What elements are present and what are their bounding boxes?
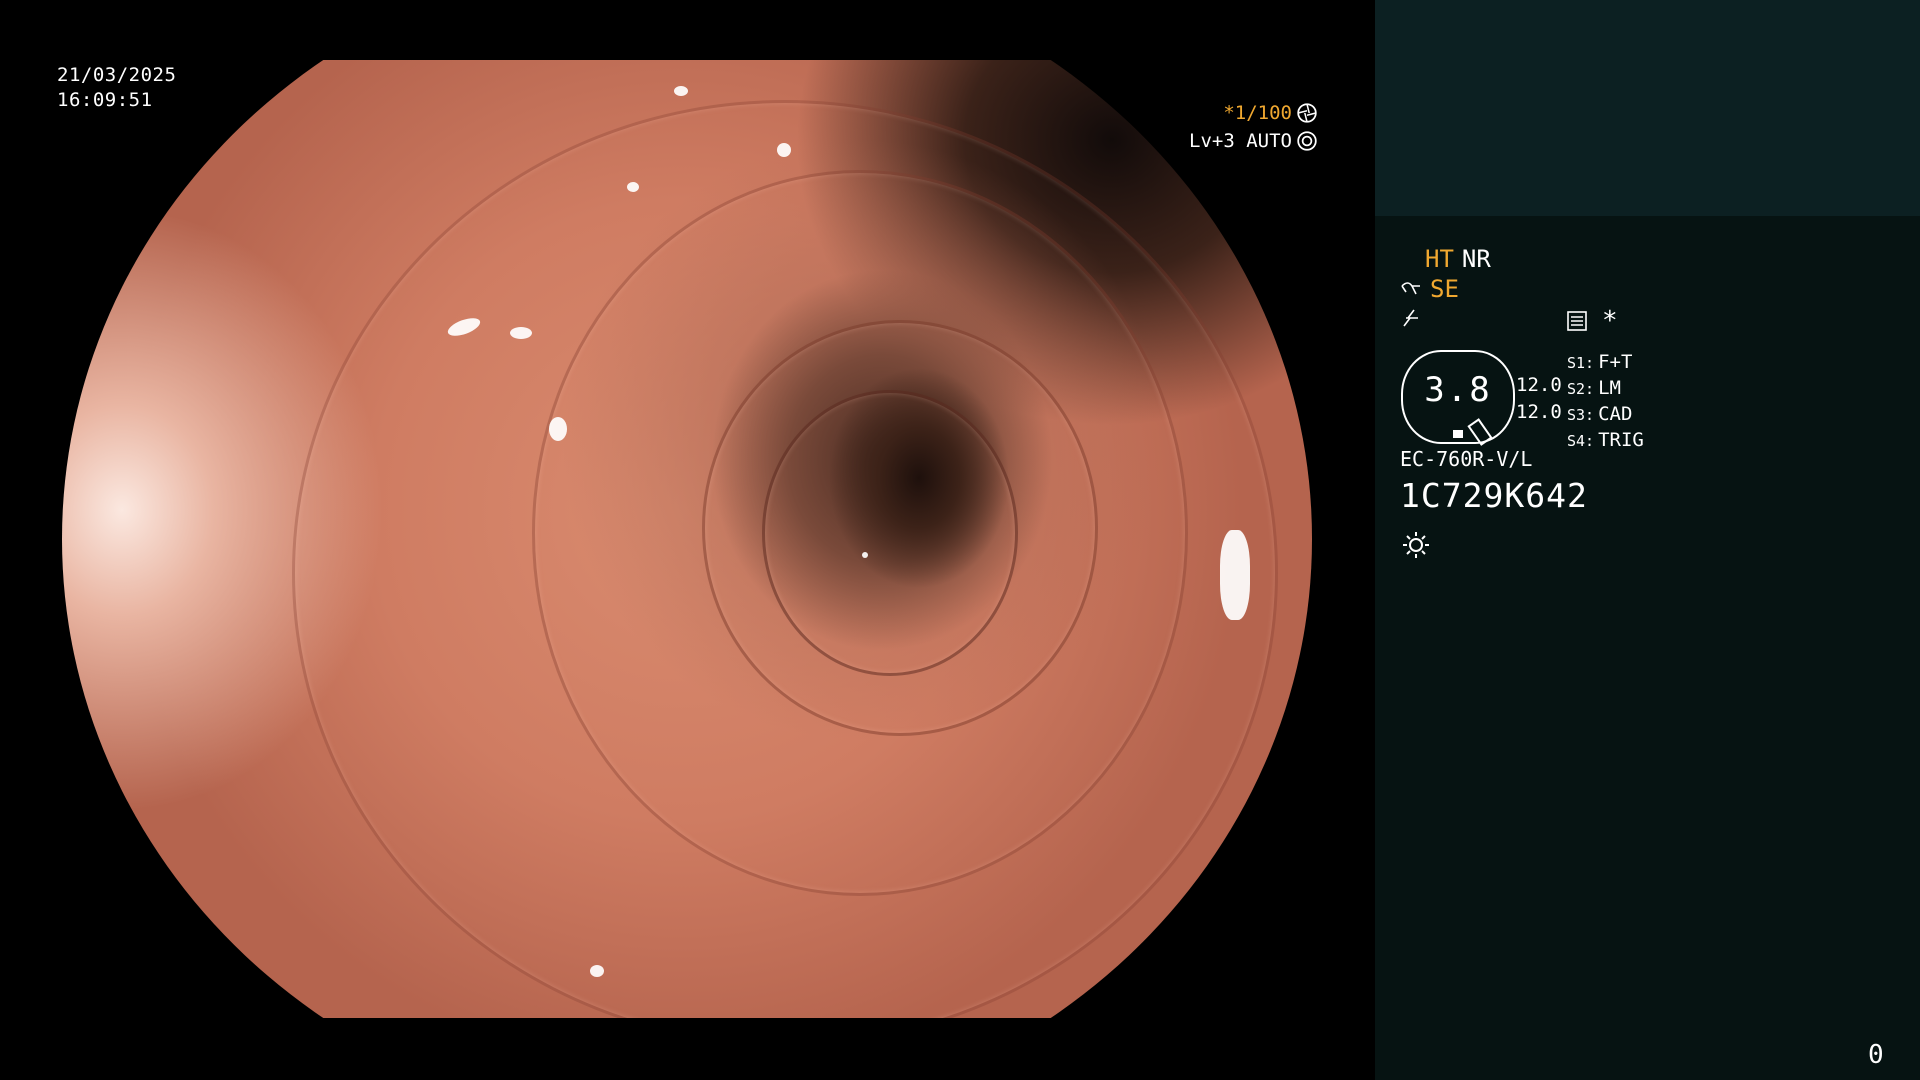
shutter-icon <box>1297 103 1317 123</box>
gauge-values: 12.0 12.0 <box>1516 372 1562 426</box>
reflection-glint <box>1220 530 1250 620</box>
scope-button-label: CAD <box>1598 403 1633 425</box>
info-panel <box>1375 216 1920 1080</box>
scope-button-row: S2: LM <box>1567 376 1644 402</box>
star-indicator: * <box>1602 306 1618 336</box>
mucosal-fold <box>762 390 1018 676</box>
scissors-icon <box>1401 282 1420 295</box>
reflection-glint <box>549 417 567 441</box>
reflection-glint <box>777 143 791 157</box>
settings-list-icon <box>1567 311 1587 331</box>
gauge-value-1: 12.0 <box>1516 374 1562 396</box>
panel-header <box>1375 0 1920 216</box>
sun-icon <box>1403 532 1429 558</box>
reflection-glint <box>862 552 868 558</box>
date-text: 21/03/2025 <box>57 64 177 86</box>
scope-button-row: S1: F+T <box>1567 350 1644 376</box>
exposure-readout: *1/100 Lv+3 AUTO <box>1189 99 1318 155</box>
image-mode-status: HT NR SE <box>1400 244 1491 334</box>
scope-model: EC-760R-V/L <box>1400 447 1533 471</box>
se-mode-label: SE <box>1430 275 1459 303</box>
iris-mode-text: Lv+3 AUTO <box>1189 130 1292 152</box>
shutter-speed-text: *1/100 <box>1223 102 1292 124</box>
scope-button-list: S1: F+T S2: LM S3: CAD S4: TRIG <box>1567 350 1644 454</box>
reflection-glint <box>590 965 604 977</box>
gauge-marker <box>1453 430 1463 438</box>
reflection-glint <box>674 86 688 96</box>
gauge-value: 3.8 <box>1424 370 1492 410</box>
lightning-icon <box>1403 309 1418 327</box>
iris-icon <box>1297 131 1317 151</box>
reflection-glint <box>627 182 639 192</box>
scope-button-label: TRIG <box>1598 429 1644 451</box>
reflection-glint <box>510 327 532 339</box>
scope-button-key: S1: <box>1567 354 1595 372</box>
nr-mode-label: NR <box>1461 245 1491 273</box>
time-text: 16:09:51 <box>57 89 153 111</box>
scope-button-label: LM <box>1598 377 1621 399</box>
panel-indicators: * <box>1566 306 1618 336</box>
scope-button-key: S2: <box>1567 380 1595 398</box>
ht-mode-label: HT <box>1425 245 1454 273</box>
gauge-display: 3.8 <box>1401 350 1515 446</box>
scope-button-label: F+T <box>1598 351 1633 373</box>
scope-button-key: S3: <box>1567 406 1595 424</box>
frame-counter: 0 <box>1868 1040 1884 1070</box>
scope-button-key: S4: <box>1567 432 1595 450</box>
scope-serial: 1C729K642 <box>1400 476 1588 515</box>
scope-button-row: S3: CAD <box>1567 402 1644 428</box>
endoscope-view <box>62 60 1312 1018</box>
gauge-value-2: 12.0 <box>1516 401 1562 423</box>
datetime-readout: 21/03/2025 16:09:51 <box>57 63 176 113</box>
scope-button-row: S4: TRIG <box>1567 428 1644 454</box>
